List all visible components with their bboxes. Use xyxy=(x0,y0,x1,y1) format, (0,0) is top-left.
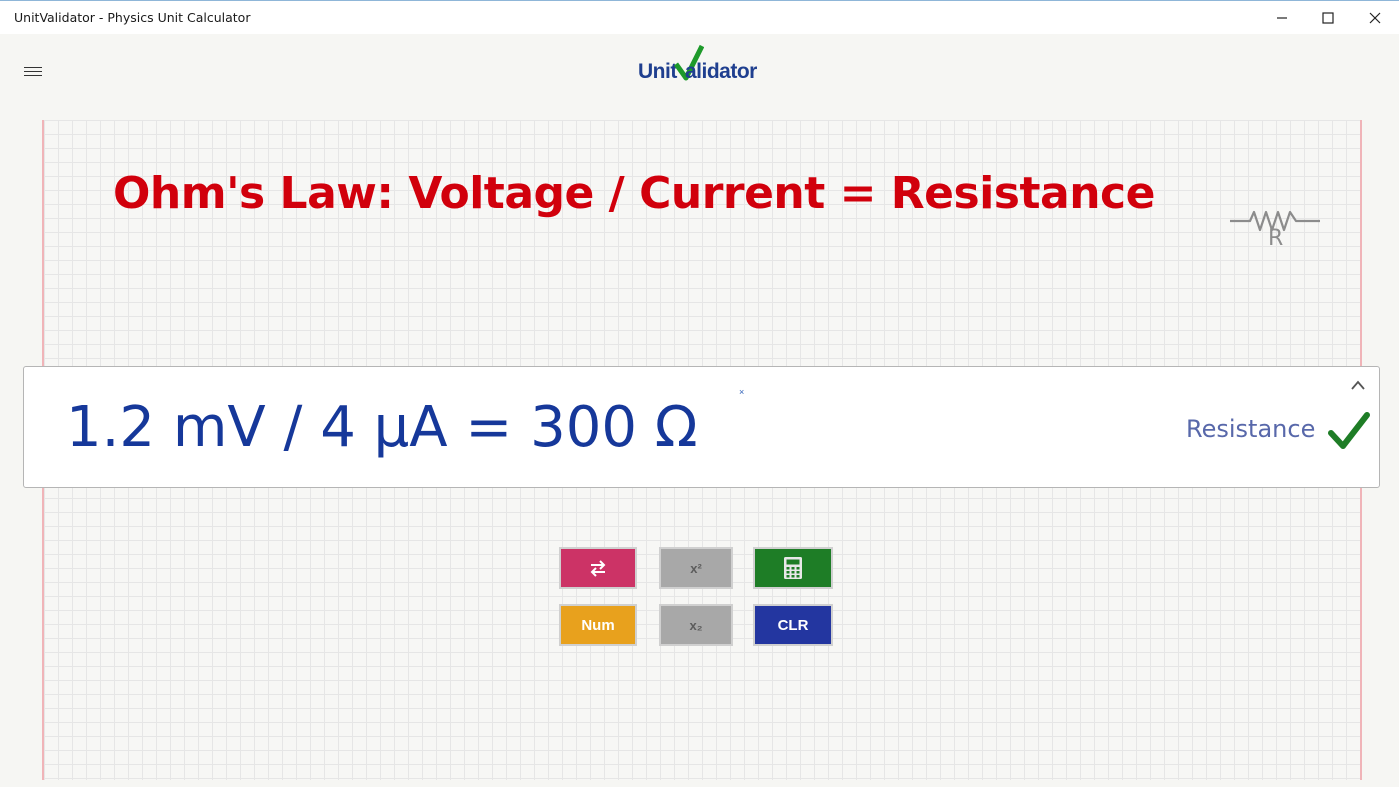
law-heading: Ohm's Law: Voltage / Current = Resistanc… xyxy=(113,168,1155,219)
swap-arrows-icon xyxy=(590,560,606,577)
hamburger-menu-icon[interactable] xyxy=(24,64,42,78)
calculator-icon xyxy=(784,557,802,579)
logo-unit-text: Unit xyxy=(638,60,677,83)
num-button[interactable]: Num xyxy=(559,604,637,646)
minimize-button[interactable] xyxy=(1259,1,1305,35)
checkmark-icon xyxy=(1328,412,1370,449)
window-title: UnitValidator - Physics Unit Calculator xyxy=(14,10,251,25)
app-logo: Unit alidator xyxy=(638,44,768,88)
equation-text: 1.2 mV / 4 μA = 300 Ω xyxy=(66,395,698,460)
title-bar: UnitValidator - Physics Unit Calculator xyxy=(0,0,1399,34)
app-header: Unit alidator xyxy=(0,34,1399,120)
chevron-up-icon[interactable] xyxy=(1350,379,1366,391)
result-unit-label: Resistance xyxy=(1186,415,1316,443)
subscript-button[interactable]: x₂ xyxy=(659,604,733,646)
logo-validator-text: alidator xyxy=(685,60,757,83)
square-button[interactable]: x² xyxy=(659,547,733,589)
resistor-label: R xyxy=(1268,226,1284,251)
close-button[interactable] xyxy=(1352,1,1398,35)
maximize-button[interactable] xyxy=(1305,1,1351,35)
swap-button[interactable] xyxy=(559,547,637,589)
cursor-marker: × xyxy=(739,387,745,397)
clear-button[interactable]: CLR xyxy=(753,604,833,646)
maximize-icon xyxy=(1322,12,1334,24)
minimize-icon xyxy=(1277,17,1287,19)
close-icon xyxy=(1369,12,1381,24)
equation-card[interactable]: × 1.2 mV / 4 μA = 300 Ω Resistance xyxy=(23,366,1380,488)
calculator-button[interactable] xyxy=(753,547,833,589)
